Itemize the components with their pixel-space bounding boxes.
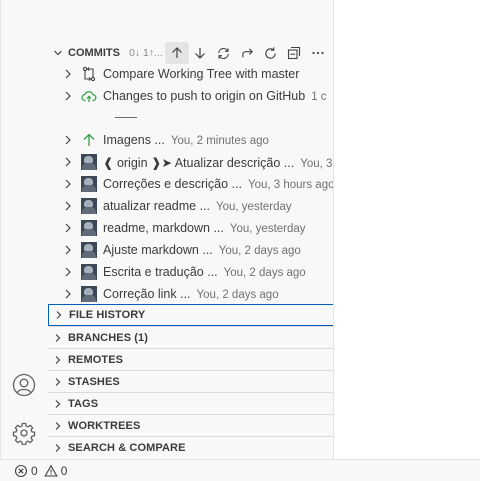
worktrees-section-header[interactable]: WORKTREES: [48, 414, 334, 436]
commit-row-label: atualizar readme ... You, yesterday: [103, 199, 292, 213]
remotes-section-header[interactable]: REMOTES: [48, 348, 334, 370]
arrow-up-icon[interactable]: [165, 42, 189, 64]
commit-row-label: Compare Working Tree with master: [103, 67, 300, 81]
editor-area: [334, 0, 480, 460]
separator-line: [115, 117, 137, 118]
error-count: 0: [31, 463, 38, 478]
avatar: [81, 154, 97, 170]
section-title: BRANCHES (1): [68, 331, 149, 344]
compare-changes-icon: [82, 66, 96, 82]
compare-working-tree-row[interactable]: Compare Working Tree with master: [48, 63, 334, 85]
commit-row[interactable]: ❰ origin ❱➤ Atualizar descrição ... You, …: [48, 151, 334, 173]
activity-bar: [0, 0, 48, 460]
commits-toolbar: [165, 42, 330, 64]
error-icon: [14, 464, 28, 477]
collapse-all-icon[interactable]: [283, 42, 307, 64]
avatar: [81, 242, 97, 258]
chevron-right-icon: [65, 289, 71, 299]
chevron-right-icon: [48, 443, 68, 453]
account-icon[interactable]: [12, 373, 36, 397]
arrow-down-icon[interactable]: [189, 42, 213, 64]
chevron-right-icon: [48, 377, 68, 387]
search-compare-section-header[interactable]: SEARCH & COMPARE: [48, 436, 334, 458]
commit-row[interactable]: Ajuste markdown ... You, 2 days ago: [48, 239, 334, 261]
avatar: [81, 264, 97, 280]
commit-row-label: readme, markdown ... You, yesterday: [103, 221, 306, 235]
commit-row-label: ❰ origin ❱➤ Atualizar descrição ... You, …: [103, 156, 333, 170]
chevron-right-icon: [65, 69, 71, 79]
branches-section-header[interactable]: BRANCHES (1): [48, 326, 334, 348]
section-title: WORKTREES: [68, 419, 141, 432]
commit-row-label: Correções e descrição ... You, 3 hours ag…: [103, 177, 334, 191]
more-icon[interactable]: [306, 42, 330, 64]
commit-row[interactable]: Escrita e tradução ... You, 2 days ago: [48, 261, 334, 283]
chevron-right-icon: [48, 333, 68, 343]
chevron-right-icon: [48, 355, 68, 365]
commit-row[interactable]: Correções e descrição ... You, 3 hours ag…: [48, 173, 334, 195]
commits-section-header[interactable]: COMMITS 0↓ 1↑...: [48, 42, 334, 64]
warning-count: 0: [60, 463, 68, 478]
section-title: TAGS: [68, 397, 99, 410]
section-title: REMOTES: [68, 353, 124, 366]
chevron-right-icon: [48, 399, 68, 409]
chevron-right-icon: [65, 91, 71, 101]
avatar: [81, 198, 97, 214]
commit-row-label: Ajuste markdown ... You, 2 days ago: [103, 243, 301, 257]
refresh-icon[interactable]: [259, 42, 283, 64]
gitlens-panel: COMMITS 0↓ 1↑... Compare Working Tree wi…: [48, 0, 334, 460]
warning-icon: [43, 464, 58, 477]
problems-indicator[interactable]: 0 0: [14, 460, 67, 481]
arrow-up-green-icon: [83, 133, 95, 146]
activity-bar-edge: [0, 0, 1, 460]
chevron-right-icon: [65, 157, 71, 167]
cloud-upload-icon: [81, 91, 97, 102]
chevron-down-icon: [48, 48, 68, 58]
chevron-right-icon: [65, 245, 71, 255]
chevron-right-icon: [49, 310, 69, 320]
stashes-section-header[interactable]: STASHES: [48, 370, 334, 392]
commit-row[interactable]: Correção link ... You, 2 days ago: [48, 283, 334, 305]
commits-title: COMMITS: [68, 47, 120, 59]
chevron-right-icon: [65, 179, 71, 189]
chevron-right-icon: [65, 135, 71, 145]
commit-row-label: Escrita e tradução ... You, 2 days ago: [103, 265, 306, 279]
file-history-section-header[interactable]: FILE HISTORY: [48, 304, 334, 326]
section-title: SEARCH & COMPARE: [68, 441, 186, 454]
tags-section-header[interactable]: TAGS: [48, 392, 334, 414]
chevron-right-icon: [65, 201, 71, 211]
changes-to-push-row[interactable]: Changes to push to origin on GitHub 1 c: [48, 85, 334, 107]
section-title: FILE HISTORY: [69, 309, 146, 321]
commits-subtitle: 0↓ 1↑...: [128, 47, 163, 59]
status-bar: 0 0: [0, 459, 480, 481]
chevron-right-icon: [65, 267, 71, 277]
redo-icon[interactable]: [236, 42, 260, 64]
chevron-right-icon: [65, 223, 71, 233]
avatar: [81, 176, 97, 192]
avatar: [81, 286, 97, 302]
settings-gear-icon[interactable]: [12, 421, 36, 446]
chevron-right-icon: [48, 421, 68, 431]
commit-row-label: Imagens ... You, 2 minutes ago: [103, 133, 269, 147]
commit-row[interactable]: readme, markdown ... You, yesterday: [48, 217, 334, 239]
section-title: STASHES: [68, 375, 120, 388]
commit-row[interactable]: atualizar readme ... You, yesterday: [48, 195, 334, 217]
commit-row-label: Correção link ... You, 2 days ago: [103, 287, 279, 301]
avatar: [81, 220, 97, 236]
sync-icon[interactable]: [212, 42, 236, 64]
commit-row-label: Changes to push to origin on GitHub 1 c: [103, 89, 327, 103]
commit-row[interactable]: Imagens ... You, 2 minutes ago: [48, 129, 334, 151]
